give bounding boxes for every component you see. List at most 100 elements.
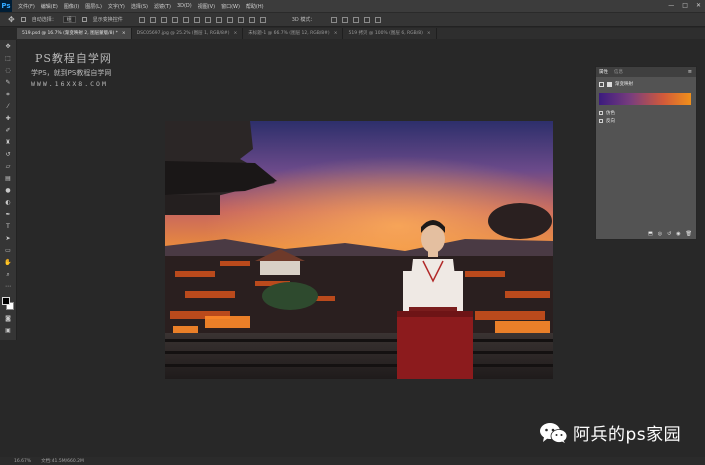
properties-panel-footer: ⬒ ◎ ↺ ◉ 🗑	[596, 229, 696, 239]
menu-3d[interactable]: 3D(D)	[177, 3, 192, 9]
more-tools-icon[interactable]: ⋯	[4, 283, 13, 291]
history-brush-tool-icon[interactable]: ↺	[4, 151, 13, 159]
reverse-checkbox[interactable]	[599, 119, 603, 123]
mask-icon[interactable]	[607, 81, 612, 87]
pen-tool-icon[interactable]: ✒	[4, 211, 13, 219]
close-tab-icon[interactable]: ×	[122, 31, 126, 36]
brand-text: 阿兵的ps家园	[573, 425, 682, 445]
tab-document[interactable]: 519.psd @ 16.7% (渐变映射 2, 图层蒙版/8) * ×	[17, 28, 132, 39]
reset-icon[interactable]: ↺	[667, 231, 671, 237]
align-bottom-icon[interactable]	[160, 16, 167, 23]
view-previous-icon[interactable]: ◎	[658, 231, 662, 237]
distribute-hcenter-icon[interactable]	[248, 16, 255, 23]
blur-tool-icon[interactable]: ●	[4, 187, 13, 195]
document-canvas-image[interactable]	[165, 121, 553, 379]
maximize-button[interactable]: □	[682, 2, 688, 9]
auto-select-checkbox[interactable]	[20, 17, 26, 22]
trash-icon[interactable]: 🗑	[686, 231, 692, 237]
menu-select[interactable]: 选择(S)	[131, 3, 148, 10]
document-info[interactable]: 文档:41.5M/660.2M	[41, 458, 84, 464]
marquee-tool-icon[interactable]: ⬚	[4, 55, 13, 63]
tab-document[interactable]: 519 拷贝 @ 100% (图层 6, RGB/8) ×	[343, 28, 437, 39]
menu-layer[interactable]: 图层(L)	[85, 3, 102, 10]
tab-document[interactable]: DSC05697.jpg @ 25.2% (图层 1, RGB/8#) ×	[131, 28, 244, 39]
align-left-icon[interactable]	[171, 16, 178, 23]
align-hcenter-icon[interactable]	[182, 16, 189, 23]
drag-3d-icon[interactable]	[353, 16, 360, 23]
minimize-button[interactable]: —	[668, 2, 674, 9]
gradient-preview[interactable]	[599, 93, 691, 105]
move-tool-icon[interactable]: ✥	[4, 43, 13, 51]
menu-type[interactable]: 文字(Y)	[108, 3, 125, 10]
dither-option[interactable]: 仿色	[596, 109, 696, 117]
watermark: PS教程自学网 学PS，就到PS教程自学网 WWW.16XX8.COM	[31, 50, 112, 88]
rectangle-tool-icon[interactable]: ▭	[4, 247, 13, 255]
eyedropper-tool-icon[interactable]: ⁄	[4, 103, 13, 111]
align-top-icon[interactable]	[138, 16, 145, 23]
auto-select-label: 自动选择：	[31, 17, 57, 23]
dodge-tool-icon[interactable]: ◐	[4, 199, 13, 207]
quick-select-tool-icon[interactable]: ✎	[4, 79, 13, 87]
path-select-tool-icon[interactable]: ➤	[4, 235, 13, 243]
tab-document[interactable]: 未标题-1 @ 66.7% (图层 12, RGB/8#) ×	[243, 28, 344, 39]
dither-checkbox[interactable]	[599, 111, 603, 115]
type-tool-icon[interactable]: T	[4, 223, 13, 231]
panel-menu-icon[interactable]: ≡	[688, 69, 692, 75]
rotate-3d-icon[interactable]	[331, 16, 338, 23]
lasso-tool-icon[interactable]: ◌	[4, 67, 13, 75]
close-window-button[interactable]: ✕	[696, 2, 701, 9]
reverse-option[interactable]: 反向	[596, 117, 696, 125]
align-buttons	[138, 16, 266, 23]
clip-to-layer-icon[interactable]: ⬒	[648, 231, 653, 237]
scale-3d-icon[interactable]	[375, 16, 382, 23]
tab-properties[interactable]: 属性	[599, 69, 608, 75]
move-tool-icon[interactable]: ✥	[8, 15, 15, 24]
close-tab-icon[interactable]: ×	[233, 31, 237, 36]
mode-3d-label: 3D 模式：	[291, 17, 316, 23]
distribute-left-icon[interactable]	[237, 16, 244, 23]
distribute-right-icon[interactable]	[259, 16, 266, 23]
roll-3d-icon[interactable]	[342, 16, 349, 23]
reverse-label: 反向	[606, 119, 615, 124]
close-tab-icon[interactable]: ×	[427, 31, 431, 36]
align-right-icon[interactable]	[193, 16, 200, 23]
tab-label: 未标题-1 @ 66.7% (图层 12, RGB/8#)	[248, 31, 330, 36]
zoom-level[interactable]: 16.67%	[14, 459, 31, 464]
slide-3d-icon[interactable]	[364, 16, 371, 23]
status-bar: 16.67% 文档:41.5M/660.2M	[0, 457, 705, 465]
menu-filter[interactable]: 滤镜(T)	[154, 3, 171, 10]
watermark-url: WWW.16XX8.COM	[31, 80, 108, 88]
tab-label: DSC05697.jpg @ 25.2% (图层 1, RGB/8#)	[136, 31, 230, 36]
document-tabs: 519.psd @ 16.7% (渐变映射 2, 图层蒙版/8) * × DSC0…	[17, 28, 705, 39]
menu-view[interactable]: 视图(V)	[198, 3, 215, 10]
brush-tool-icon[interactable]: ✐	[4, 127, 13, 135]
color-swatches[interactable]	[2, 297, 14, 311]
show-transform-checkbox[interactable]	[81, 17, 87, 22]
foreground-color-swatch[interactable]	[2, 297, 10, 305]
auto-select-dropdown[interactable]: 组	[62, 16, 76, 23]
menu-window[interactable]: 窗口(W)	[221, 3, 240, 10]
tab-info[interactable]: 信息	[614, 69, 623, 75]
eraser-tool-icon[interactable]: ▱	[4, 163, 13, 171]
zoom-tool-icon[interactable]: ⌕	[4, 271, 13, 279]
quick-mask-icon[interactable]: ◙	[4, 315, 13, 323]
distribute-bottom-icon[interactable]	[226, 16, 233, 23]
gradient-tool-icon[interactable]: ▤	[4, 175, 13, 183]
screen-mode-icon[interactable]: ▣	[4, 327, 13, 335]
visibility-eye-icon[interactable]: ◉	[676, 231, 680, 237]
crop-tool-icon[interactable]: ⌗	[4, 91, 13, 99]
align-vcenter-icon[interactable]	[149, 16, 156, 23]
menu-edit[interactable]: 编辑(E)	[41, 3, 58, 10]
distribute-vcenter-icon[interactable]	[215, 16, 222, 23]
distribute-top-icon[interactable]	[204, 16, 211, 23]
close-tab-icon[interactable]: ×	[334, 31, 338, 36]
tab-label: 519.psd @ 16.7% (渐变映射 2, 图层蒙版/8) *	[22, 31, 118, 36]
healing-brush-tool-icon[interactable]: ✚	[4, 115, 13, 123]
clone-stamp-tool-icon[interactable]: ♜	[4, 139, 13, 147]
hand-tool-icon[interactable]: ✋	[4, 259, 13, 267]
menu-image[interactable]: 图像(I)	[64, 3, 79, 10]
menu-file[interactable]: 文件(F)	[18, 3, 35, 10]
watermark-subtitle: 学PS，就到PS教程自学网	[31, 69, 112, 77]
menu-help[interactable]: 帮助(H)	[246, 3, 264, 10]
photoshop-logo: Ps	[0, 0, 12, 12]
